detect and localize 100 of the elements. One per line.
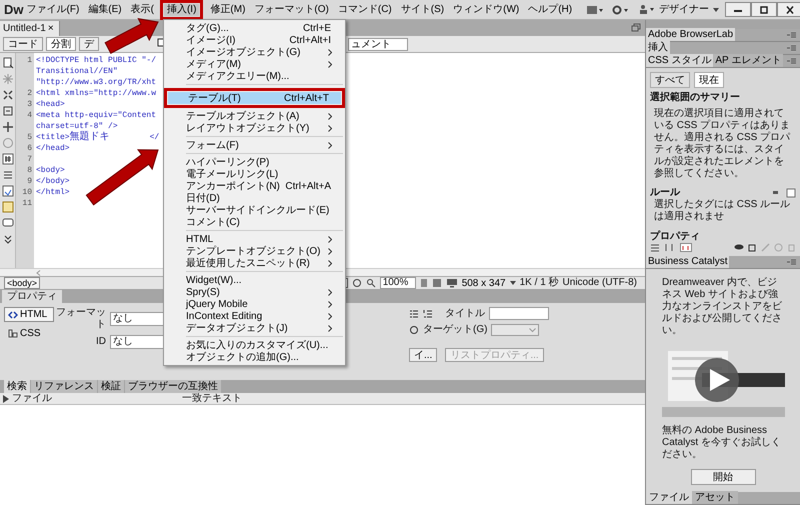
view-button[interactable]: 分割 [46,37,76,51]
line-number: 3 [27,100,32,109]
panel-tab[interactable]: 挿入 [646,41,670,54]
menu-item[interactable]: 最近使用したスニペット(R) [166,257,343,269]
menu-item[interactable]: サーバーサイドインクルード(E) [166,204,343,216]
view-button[interactable]: デ [79,37,99,51]
menu-item[interactable]: 電子メールリンク(L) [166,168,343,180]
column-header: ファイル [12,392,53,404]
code-text: "http://www.w3.org/TR/xht [36,77,156,88]
menu-item[interactable]: イメージオブジェクト(G) [166,46,343,58]
properties-button[interactable]: イ... [409,348,438,362]
code-text: <head> [36,99,65,110]
line-number: 4 [27,111,32,120]
section-title: プロパティ [649,231,701,243]
menu-item[interactable]: Widget(W)... [166,274,343,286]
download-time: 1K / 1 秒 [520,277,559,289]
code-text: <meta http-equiv="Content [36,110,156,121]
code-text: <!DOCTYPE html PUBLIC "-/ [36,55,156,66]
code-text: </head> [36,143,70,154]
workspace-switcher[interactable]: デザイナー [656,0,722,19]
mode-button[interactable]: CSS [4,326,54,341]
menu-item[interactable]: jQuery Mobile [166,298,343,310]
zoom-select[interactable]: 100% [380,277,416,289]
field-label: タイトル [445,308,485,320]
code-text: </html> [36,187,70,198]
panel-tab[interactable]: 検索 [4,380,30,393]
field-label: ターゲット(G) [423,324,488,336]
panel-tab[interactable]: ファイル [646,491,692,504]
panel-tab[interactable]: プロパティ [2,290,62,303]
menu-item[interactable]: 編集(E) [85,0,125,19]
menu-item[interactable]: ファイル(F) [24,0,82,19]
field-label: フォーマット [55,307,106,331]
code-text: <body> [36,165,65,176]
line-number: 9 [27,177,32,186]
view-tab[interactable]: すべて [650,72,690,88]
close-tab-button[interactable]: × [46,23,56,34]
menu-item[interactable]: 挿入(I) [164,4,200,16]
menu-item[interactable]: Spry(S) [166,286,343,298]
code-text: <html xmlns="http://www.w [36,88,156,99]
line-number: 5 [27,133,32,142]
line-number: 2 [27,89,32,98]
menu-item[interactable]: オブジェクトの追加(G)... [166,351,343,363]
code-text: Transitional//EN" [36,66,118,77]
menu-item[interactable]: イメージ(I) Ctrl+Alt+I [166,34,343,46]
panel-tab[interactable]: アセット [692,491,738,504]
document-tab[interactable]: Untitled-1 × [0,21,60,36]
line-number: 11 [22,199,32,208]
menu-item[interactable]: テンプレートオブジェクト(O) [166,245,343,257]
section-title: ルール [650,187,680,199]
tag-selector[interactable]: <body> [4,277,40,289]
start-button[interactable]: 開始 [690,469,756,485]
code-text: </body> [36,176,70,187]
menu-item[interactable]: ハイパーリンク(P) [166,156,343,168]
line-number: 1 [27,56,32,65]
panel-tab[interactable]: ブラウザーの互換性 [125,380,221,393]
panel-tab[interactable]: CSS スタイル [646,54,714,67]
section-title: 選択範囲のサマリー [649,92,741,104]
description-text: Dreamweaver 内で、ビジネス Web サイトおよび強力なオンラインストアをビルドおよび公開してください。 [661,276,783,337]
column-header: 一致テキスト [182,392,242,404]
code-text: </ [150,132,160,143]
offer-text: 無料の Adobe Business Catalyst を今すぐお試しください。 [661,425,782,461]
line-number: 7 [27,155,32,164]
menu-item[interactable]: メディアクエリー(M)... [166,70,343,82]
summary-text: 現在の選択項目に適用されている CSS プロパティはありません。適用される CSS プロパティを表示するには、スタイルが設定されたエレメントを参照してください。 [653,106,792,180]
menu-item[interactable]: フォーマット(O) [251,0,332,19]
view-button[interactable]: コード [3,37,43,51]
menu-item[interactable]: アンカーポイント(N) Ctrl+Alt+A [166,180,343,192]
menu-item[interactable]: レイアウトオブジェクト(Y) [166,122,343,134]
view-tab[interactable]: 現在 [694,72,724,88]
menu-item[interactable]: サイト(S) [398,0,448,19]
menu-item[interactable]: テーブル(T) Ctrl+Alt+T [168,92,341,104]
menu-item[interactable]: 表示( [128,0,157,19]
title-field[interactable]: ュメント [348,38,408,50]
menu-item[interactable]: ウィンドウ(W) [450,0,522,19]
panel-tab[interactable]: Adobe BrowserLab [646,28,736,41]
menu-item[interactable]: テーブルオブジェクト(A) [166,110,343,122]
menu-item[interactable]: HTML [166,233,343,245]
tab-title: Untitled-1 [3,22,46,34]
code-text: <title>無題ドキ [36,132,110,143]
encoding-label: Unicode (UTF-8) [562,277,637,289]
menu-item[interactable]: フォーム(F) [166,139,343,151]
menu-item[interactable]: ヘルプ(H) [525,0,576,19]
menu-item[interactable]: コマンド(C) [334,0,395,19]
line-number: 10 [22,188,32,197]
menu-item[interactable]: 修正(M) [207,0,248,19]
line-number: 6 [27,144,32,153]
menu-item[interactable]: コメント(C) [166,216,343,228]
window-size-select[interactable]: 508 x 347 [462,278,516,288]
menu-item[interactable]: メディア(M) [166,58,343,70]
panel-tab[interactable]: 検証 [98,380,124,393]
panel-tab[interactable]: Business Catalyst [646,255,730,268]
line-number: 8 [27,166,32,175]
mode-button[interactable]: HTML [4,307,54,322]
field-label: ID [95,336,106,348]
menu-item[interactable]: 日付(D) [166,192,343,204]
panel-tab[interactable]: AP エレメント [713,54,784,67]
code-text: charset=utf-8" /> [36,121,118,131]
app-logo: Dw [3,2,24,18]
panel-tab[interactable]: リファレンス [31,380,97,393]
menu-item[interactable]: タグ(G)... Ctrl+E [166,22,343,34]
